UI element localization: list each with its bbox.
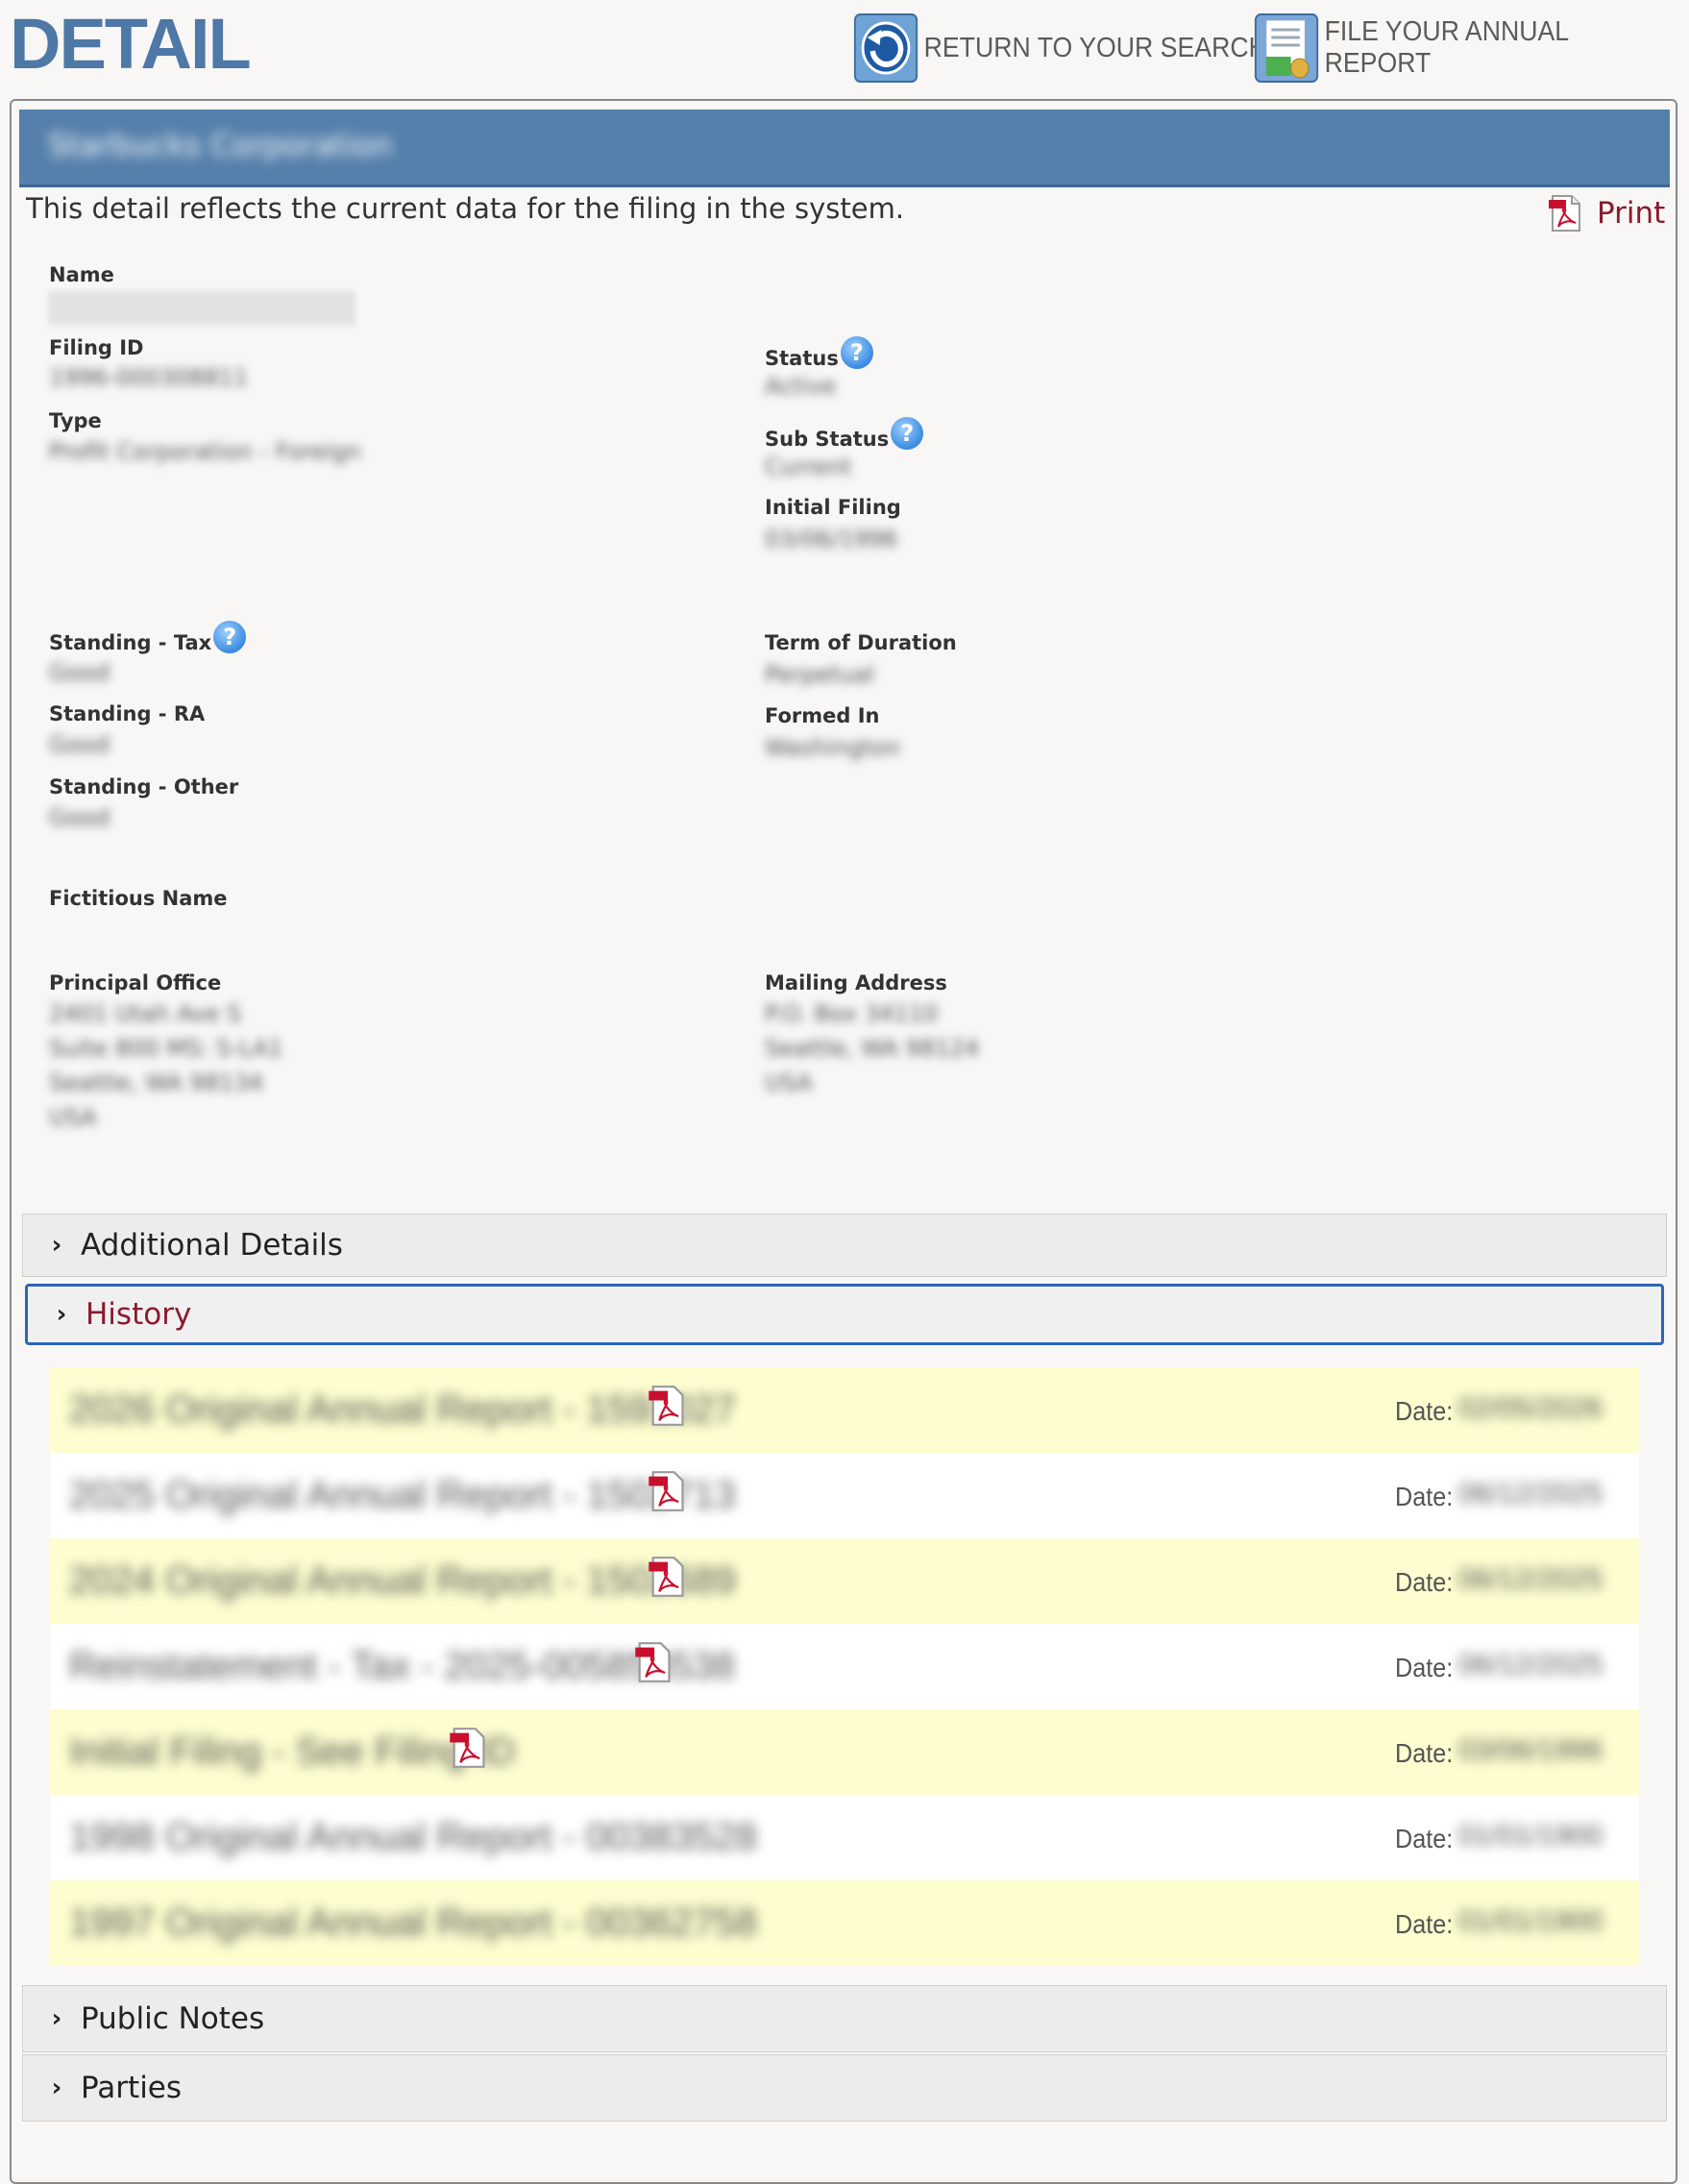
- accordion-parties[interactable]: › Parties: [22, 2054, 1667, 2122]
- history-row: 1997 Original Annual Report - 00362758 D…: [50, 1880, 1639, 1966]
- history-date-label: Date:: [1395, 1567, 1454, 1597]
- history-description: 1997 Original Annual Report - 00362758: [69, 1902, 758, 1944]
- page-title: DETAIL: [10, 4, 252, 84]
- history-date: 02/05/2026: [1458, 1392, 1603, 1424]
- standing-tax-label-text: Standing - Tax: [49, 631, 212, 654]
- principal-office-line: Seattle, WA 98134: [49, 1069, 264, 1096]
- history-description: 1998 Original Annual Report - 00383528: [69, 1816, 758, 1858]
- standing-tax-label: Standing - Tax ?: [49, 621, 247, 659]
- pdf-icon[interactable]: [647, 1470, 687, 1512]
- history-date-label: Date:: [1395, 1482, 1454, 1511]
- accordion-history[interactable]: › History: [25, 1284, 1664, 1345]
- status-value: Active: [765, 373, 837, 400]
- formed-in-value: Washington: [765, 734, 901, 761]
- accordion-label: Public Notes: [81, 2001, 265, 2036]
- history-row: 1998 Original Annual Report - 00383528 D…: [50, 1795, 1639, 1880]
- history-date: 01/01/1900: [1458, 1905, 1603, 1937]
- filing-id-value: 1996-000308811: [49, 364, 249, 391]
- term-of-duration-value: Perpetual: [765, 661, 875, 688]
- standing-other-label: Standing - Other: [49, 775, 239, 798]
- history-date: 06/12/2025: [1458, 1649, 1603, 1681]
- history-description: 2024 Original Annual Report - 1502689: [69, 1559, 736, 1602]
- chevron-right-icon: ›: [56, 1300, 67, 1329]
- history-row: 2024 Original Annual Report - 1502689 Da…: [50, 1538, 1639, 1624]
- history-date: 03/06/1996: [1458, 1734, 1603, 1766]
- return-to-search-link[interactable]: RETURN TO YOUR SEARCH: [853, 10, 1267, 86]
- history-date: 06/12/2025: [1458, 1563, 1603, 1595]
- accordion-public-notes[interactable]: › Public Notes: [22, 1985, 1667, 2052]
- return-arrow-icon: [853, 13, 918, 83]
- pdf-icon[interactable]: [448, 1727, 488, 1769]
- history-row: 2025 Original Annual Report - 1502713 Da…: [50, 1453, 1639, 1538]
- accordion-label: Parties: [81, 2071, 183, 2105]
- mailing-address-line: Seattle, WA 98124: [765, 1035, 980, 1062]
- history-date-label: Date:: [1395, 1738, 1454, 1768]
- chevron-right-icon: ›: [51, 2074, 62, 2102]
- pdf-icon: [1549, 195, 1580, 232]
- mailing-address-line: USA: [765, 1069, 813, 1096]
- history-description: 2026 Original Annual Report - 1591027: [69, 1388, 736, 1431]
- annual-report-icon: [1254, 13, 1319, 83]
- history-list: 2026 Original Annual Report - 1591027 Da…: [50, 1367, 1639, 1966]
- chevron-right-icon: ›: [51, 1231, 62, 1260]
- history-description: 2025 Original Annual Report - 1502713: [69, 1474, 736, 1516]
- type-label: Type: [49, 409, 102, 432]
- help-icon[interactable]: ?: [891, 417, 924, 450]
- pdf-icon[interactable]: [647, 1556, 687, 1598]
- pdf-icon[interactable]: [647, 1385, 687, 1427]
- accordion-additional-details[interactable]: › Additional Details: [22, 1214, 1667, 1277]
- history-row: Reinstatement - Tax - 2025-005858538 Dat…: [50, 1624, 1639, 1709]
- history-date-label: Date:: [1395, 1396, 1454, 1426]
- intro-text: This detail reflects the current data fo…: [26, 192, 905, 225]
- chevron-right-icon: ›: [51, 2004, 62, 2033]
- pdf-icon[interactable]: [633, 1641, 673, 1683]
- principal-office-line: Suite 800 MS: S-LA1: [49, 1035, 283, 1062]
- accordion-label: History: [86, 1297, 192, 1332]
- principal-office-line: USA: [49, 1104, 97, 1131]
- file-annual-report-link[interactable]: FILE YOUR ANNUAL REPORT: [1254, 10, 1654, 86]
- status-label-text: Status: [765, 347, 839, 370]
- print-link[interactable]: Print: [1547, 194, 1665, 233]
- term-of-duration-label: Term of Duration: [765, 631, 957, 654]
- principal-office-label: Principal Office: [49, 971, 222, 994]
- history-row: Initial Filing - See Filing ID Date: 03/…: [50, 1709, 1639, 1795]
- help-icon[interactable]: ?: [840, 336, 873, 369]
- standing-ra-label: Standing - RA: [49, 702, 206, 725]
- history-date-label: Date:: [1395, 1824, 1454, 1853]
- mailing-address-label: Mailing Address: [765, 971, 947, 994]
- sub-status-label-text: Sub Status: [765, 428, 890, 451]
- history-date-label: Date:: [1395, 1653, 1454, 1682]
- initial-filing-label: Initial Filing: [765, 496, 901, 519]
- standing-ra-value: Good: [49, 731, 110, 758]
- standing-tax-value: Good: [49, 659, 110, 686]
- name-label: Name: [49, 263, 114, 286]
- history-row: 2026 Original Annual Report - 1591027 Da…: [50, 1367, 1639, 1453]
- standing-other-value: Good: [49, 804, 110, 831]
- help-icon[interactable]: ?: [213, 621, 247, 653]
- fictitious-name-label: Fictitious Name: [49, 887, 228, 910]
- sub-status-value: Current: [765, 454, 852, 480]
- return-to-search-label: RETURN TO YOUR SEARCH: [923, 32, 1267, 63]
- history-date: 01/01/1900: [1458, 1820, 1603, 1852]
- entity-name: Starbucks Corporation: [48, 127, 393, 163]
- type-value: Profit Corporation - Foreign: [49, 438, 361, 465]
- name-value: [48, 291, 355, 326]
- history-date-label: Date:: [1395, 1909, 1454, 1939]
- mailing-address-line: P.O. Box 34110: [765, 1000, 939, 1027]
- file-annual-report-label: FILE YOUR ANNUAL REPORT: [1324, 16, 1569, 79]
- initial-filing-value: 03/06/1996: [765, 526, 898, 552]
- history-date: 06/12/2025: [1458, 1478, 1603, 1509]
- formed-in-label: Formed In: [765, 704, 880, 727]
- entity-header-bar: Starbucks Corporation: [19, 110, 1670, 187]
- filing-id-label: Filing ID: [49, 336, 144, 359]
- principal-office-line: 2401 Utah Ave S: [49, 1000, 242, 1027]
- print-label: Print: [1597, 196, 1666, 231]
- accordion-label: Additional Details: [81, 1228, 343, 1263]
